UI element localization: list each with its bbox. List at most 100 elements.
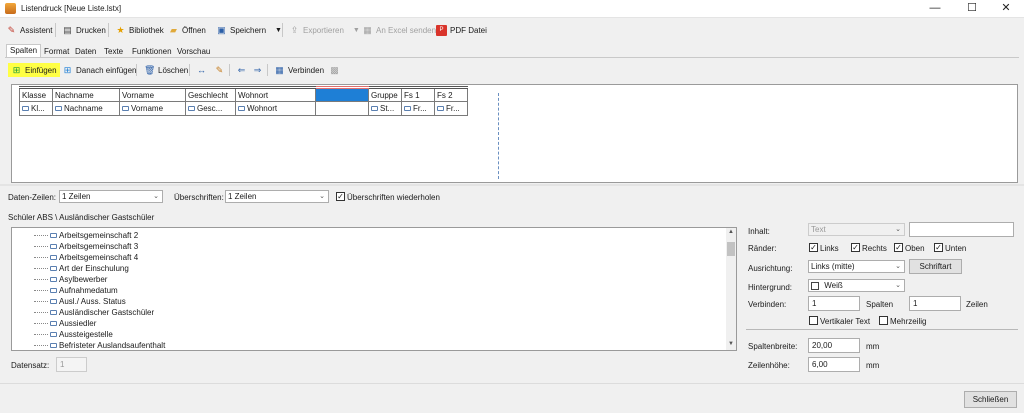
format-brush-button[interactable]: ✎ [211,63,228,77]
ueberschriften-value: 1 Zeilen [228,192,257,201]
scroll-up-icon[interactable]: ▲ [728,229,734,235]
verbinden-label: Verbinden [288,65,325,75]
schliessen-button[interactable]: Schließen [964,391,1017,408]
column-field[interactable]: Nachname [52,101,120,116]
move-right-button[interactable]: ⇒ [249,63,266,77]
excel-button[interactable]: ▦ An Excel senden [360,22,438,38]
column-grid-panel[interactable]: Klasse Nachname Vorname Geschlecht Wohno… [11,84,1018,183]
column-field[interactable]: Wohnort [235,101,316,116]
zeilenhoehe-field[interactable]: 6,00 [808,357,860,372]
oeffnen-button[interactable]: ▰ Öffnen [166,22,208,38]
column-header[interactable]: Geschlecht [185,86,236,102]
field-label: Nachname [64,104,103,113]
tab-vorschau[interactable]: Vorschau [173,45,214,57]
header-row: Klasse Nachname Vorname Geschlecht Wohno… [19,86,468,102]
bibliothek-button[interactable]: ★ Bibliothek [113,22,166,38]
save-icon: ▣ [217,24,226,35]
selected-column-field[interactable] [315,101,369,116]
exportieren-button[interactable]: ⇪ Exportieren ▼ [287,22,362,38]
split-button[interactable]: ▩ [326,63,343,77]
maximize-button[interactable]: ☐ [955,0,989,18]
field-icon [437,106,444,112]
datensatz-field[interactable]: 1 [56,357,87,372]
column-header[interactable]: Wohnort [235,86,316,102]
list-item[interactable]: Aussiedler [34,318,96,329]
list-item[interactable]: Befristeter Auslandsaufenthalt [34,340,165,350]
move-left-button[interactable]: ⇐ [233,63,250,77]
breadcrumb: Schüler ABS \ Ausländischer Gastschüler [8,213,155,222]
field-label: Kl... [31,104,45,113]
column-header[interactable]: Klasse [19,86,53,102]
spaltenbreite-field[interactable]: 20,00 [808,338,860,353]
chevron-down-icon[interactable]: ▼ [353,27,360,34]
schriftart-button[interactable]: Schriftart [909,259,962,274]
field-icon [238,106,245,112]
rand-oben-checkbox[interactable]: ✓ [894,243,903,252]
tab-texte[interactable]: Texte [100,45,127,57]
pdf-button[interactable]: P PDF Datei [434,22,489,38]
scrollbar-thumb[interactable] [727,242,735,256]
inhalt-text-field[interactable] [909,222,1014,237]
rand-unten-checkbox[interactable]: ✓ [934,243,943,252]
rand-links-checkbox[interactable]: ✓ [809,243,818,252]
tab-daten[interactable]: Daten [71,45,100,57]
list-item-label: Aussiedler [59,319,97,328]
assistent-button[interactable]: ✎ Assistent [4,22,54,38]
einfuegen-button[interactable]: ⊞ Einfügen [8,63,60,77]
list-item[interactable]: Arbeitsgemeinschaft 3 [34,241,138,252]
list-item[interactable]: Arbeitsgemeinschaft 2 [34,230,138,241]
column-header[interactable]: Nachname [52,86,120,102]
list-item[interactable]: Asylbewerber [34,274,107,285]
column-header[interactable]: Gruppe [368,86,402,102]
vertikaler-text-checkbox[interactable] [809,316,818,325]
selected-column-header[interactable] [315,86,369,102]
close-button[interactable]: ✕ [989,0,1023,18]
drucken-button[interactable]: ▤ Drucken [60,22,108,38]
loeschen-button[interactable]: 🗑 Löschen [141,63,191,77]
hintergrund-select[interactable]: Weiß ⌄ [808,279,905,292]
zeilenhoehe-unit: mm [866,361,880,370]
column-field[interactable]: St... [368,101,402,116]
tab-format[interactable]: Format [40,45,73,57]
column-header[interactable]: Vorname [119,86,186,102]
column-header[interactable]: Fs 1 [401,86,435,102]
spalten-field[interactable]: 1 [808,296,860,311]
rand-rechts-checkbox[interactable]: ✓ [851,243,860,252]
zeilen-label: Zeilen [966,300,988,309]
ueberschriften-wiederholen-checkbox[interactable]: ✓ [336,192,345,201]
verbinden-button[interactable]: ▦ Verbinden [271,63,327,77]
ueberschriften-select[interactable]: 1 Zeilen ⌄ [225,190,329,203]
column-field[interactable]: Fr... [434,101,468,116]
column-field[interactable]: Kl... [19,101,53,116]
list-item[interactable]: Ausl./ Auss. Status [34,296,126,307]
column-field[interactable]: Gesc... [185,101,236,116]
ausrichtung-select[interactable]: Links (mitte) ⌄ [808,260,905,273]
mehrzeilig-checkbox[interactable] [879,316,888,325]
splitter[interactable] [0,184,1024,186]
inhalt-select[interactable]: Text ⌄ [808,223,905,236]
daten-zeilen-select[interactable]: 1 Zeilen ⌄ [59,190,163,203]
list-item[interactable]: Art der Einschulung [34,263,129,274]
main-toolbar: ✎ Assistent ▤ Drucken ★ Bibliothek ▰ Öff… [0,19,1024,41]
speichern-button[interactable]: ▣ Speichern ▼ [214,22,284,38]
list-item[interactable]: Ausländischer Gastschüler [34,307,154,318]
tab-funktionen[interactable]: Funktionen [128,45,176,57]
minimize-button[interactable]: — [918,0,952,18]
inhalt-label: Inhalt: [748,227,770,236]
column-field[interactable]: Fr... [401,101,435,116]
scroll-down-icon[interactable]: ▼ [728,341,734,347]
field-tree[interactable]: Arbeitsgemeinschaft 2 Arbeitsgemeinschaf… [11,227,737,351]
chevron-down-icon[interactable]: ▼ [275,27,282,34]
tab-spalten[interactable]: Spalten [6,44,42,58]
field-icon [50,299,57,305]
danach-einfuegen-button[interactable]: ⊞ Danach einfügen [59,63,140,77]
list-item-label: Arbeitsgemeinschaft 2 [59,231,139,240]
column-header[interactable]: Fs 2 [434,86,468,102]
list-item[interactable]: Aussteigestelle [34,329,113,340]
field-icon [50,277,57,283]
column-width-button[interactable]: ↔ [193,63,210,77]
column-field[interactable]: Vorname [119,101,186,116]
zeilen-field[interactable]: 1 [909,296,961,311]
list-item[interactable]: Aufnahmedatum [34,285,118,296]
list-item[interactable]: Arbeitsgemeinschaft 4 [34,252,138,263]
